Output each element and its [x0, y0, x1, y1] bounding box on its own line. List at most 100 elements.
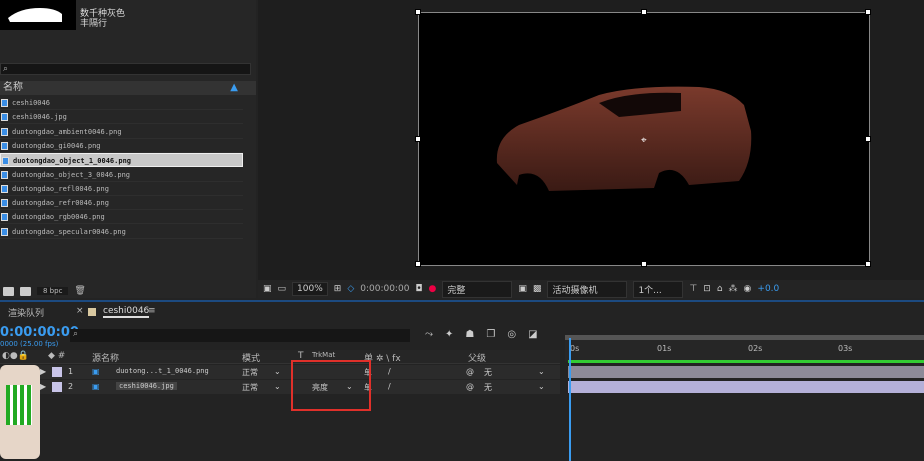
label-color[interactable] — [52, 382, 62, 392]
expand-icon[interactable]: ▶ — [40, 367, 46, 376]
project-item[interactable]: duotongdao_refr0046.png — [0, 196, 243, 211]
layer-number: 2 — [68, 382, 74, 391]
composition-canvas[interactable]: ⌖ — [415, 9, 871, 267]
image-file-icon — [1, 127, 8, 136]
time-ruler[interactable]: 0s 01s 02s 03s — [565, 335, 924, 362]
current-time[interactable]: 0:00:00:00 — [0, 325, 79, 340]
header-source-name[interactable]: 源名称 — [92, 351, 119, 364]
anchor-point-icon[interactable]: ⌖ — [641, 135, 647, 146]
motion-blur-icon[interactable]: ◎ — [507, 329, 516, 340]
pickwhip-icon[interactable]: @ — [466, 367, 474, 376]
project-item[interactable]: ceshi0046 — [0, 96, 243, 110]
handle[interactable] — [865, 136, 871, 142]
parent-dropdown[interactable]: 无 — [484, 382, 492, 393]
playhead[interactable] — [569, 338, 571, 461]
quality-switch[interactable]: / — [388, 367, 391, 376]
image-file-icon — [1, 213, 8, 222]
project-item[interactable]: duotongdao_rgb0046.png — [0, 210, 243, 225]
timeline-icon[interactable]: ⌂ — [717, 284, 723, 294]
sort-icon: ▲ — [230, 82, 238, 93]
project-item[interactable]: ceshi0046.jpg — [0, 110, 243, 125]
parent-dropdown[interactable]: 无 — [484, 367, 492, 378]
handle[interactable] — [641, 261, 647, 267]
handle[interactable] — [415, 261, 421, 267]
handle[interactable] — [641, 9, 647, 15]
project-item[interactable]: duotongdao_ambient0046.png — [0, 125, 243, 139]
layer-search-input[interactable]: ⌕ — [70, 329, 410, 342]
column-header-name[interactable]: 名称 ▲ — [0, 81, 256, 95]
roi-icon[interactable]: ▣ — [518, 284, 527, 294]
comp-icon — [1, 99, 8, 107]
layer-bar-2[interactable] — [568, 381, 924, 393]
fast-preview-icon[interactable]: ⊡ — [703, 284, 711, 294]
project-item[interactable]: duotongdao_object_3_0046.png — [0, 168, 243, 182]
handle[interactable] — [865, 9, 871, 15]
new-comp-icon[interactable] — [20, 286, 31, 296]
mask-icon[interactable]: ◇ — [347, 284, 354, 294]
graph-editor-icon[interactable]: ◪ — [528, 329, 537, 340]
item-name: ceshi0046.jpg — [12, 113, 67, 122]
transparency-grid-icon[interactable]: ▩ — [533, 284, 542, 294]
item-name: ceshi0046 — [12, 99, 50, 107]
draft-3d-icon[interactable]: ✦ — [445, 329, 453, 340]
info-line: 丰隔行 — [80, 19, 108, 29]
expand-icon[interactable]: ▶ — [40, 382, 46, 391]
always-preview-icon[interactable]: ▣ — [263, 284, 272, 294]
exposure-value[interactable]: +0.0 — [757, 284, 779, 294]
image-file-icon — [1, 141, 8, 150]
composition-flowchart-icon[interactable]: ⤳ — [425, 329, 433, 340]
toggle-pixel-icon[interactable]: ⊤ — [689, 284, 697, 294]
search-icon: ⌕ — [73, 329, 79, 339]
item-name: duotongdao_object_1_0046.png — [13, 157, 132, 166]
color-channel-icon[interactable]: ● — [429, 284, 437, 294]
resolution-dropdown[interactable]: 完整 — [442, 280, 513, 298]
flowchart-icon[interactable]: ⁂ — [729, 284, 738, 294]
mode-dropdown[interactable]: 正常 — [242, 382, 258, 393]
chevron-down-icon: ⌄ — [538, 382, 545, 391]
layer-bar-1[interactable] — [568, 366, 924, 378]
display-icon[interactable]: ▭ — [278, 284, 287, 294]
image-file-icon — [1, 227, 8, 236]
project-item[interactable]: duotongdao_specular0046.png — [0, 225, 243, 239]
mode-dropdown[interactable]: 正常 — [242, 367, 258, 378]
trash-icon[interactable]: 🗑 — [74, 286, 85, 296]
views-dropdown[interactable]: 1个... — [633, 280, 684, 298]
snapshot-icon[interactable]: ◘ — [415, 284, 422, 294]
quality-switch[interactable]: / — [388, 382, 391, 391]
close-tab-icon[interactable]: × — [76, 306, 84, 316]
shy-icon[interactable]: ☗ — [465, 329, 474, 340]
tab-render-queue[interactable]: 渲染队列 — [8, 306, 44, 319]
handle[interactable] — [415, 9, 421, 15]
work-area-bar[interactable] — [565, 335, 924, 340]
project-item[interactable]: duotongdao_object_1_0046.png — [0, 153, 243, 168]
zoom-dropdown[interactable]: 100% — [292, 282, 328, 296]
folder-icon[interactable] — [3, 286, 14, 296]
frame-blend-icon[interactable]: ❐ — [486, 329, 495, 340]
bpc-button[interactable]: 8 bpc — [37, 287, 69, 295]
camera-dropdown[interactable]: 活动摄像机 — [547, 280, 628, 298]
label-color[interactable] — [52, 367, 62, 377]
handle[interactable] — [865, 261, 871, 267]
layer-name[interactable]: duotong...t_1_0046.png — [116, 367, 209, 375]
timeline-tools: ⤳ ✦ ☗ ❐ ◎ ◪ — [425, 329, 538, 340]
timecode[interactable]: 0:00:00:00 — [360, 284, 409, 294]
project-item[interactable]: duotongdao_gi0046.png — [0, 139, 243, 153]
viewer-toolbar: ▣ ▭ 100% ⊞ ◇ 0:00:00:00 ◘ ● 完整 ▣ ▩ 活动摄像机… — [258, 280, 924, 298]
project-item[interactable]: duotongdao_refl0046.png — [0, 182, 243, 196]
grid-icon[interactable]: ⊞ — [334, 284, 342, 294]
item-info: 数千种灰色 丰隔行 — [80, 9, 125, 29]
panel-menu-icon[interactable]: ≡ — [148, 306, 156, 316]
header-mode: 模式 — [242, 354, 261, 364]
layer-name[interactable]: ceshi0046.jpg — [116, 382, 177, 390]
tab-comp[interactable]: ceshi0046 — [103, 306, 150, 318]
highlight-box — [291, 360, 371, 411]
label-icon: ◆ # — [48, 351, 66, 361]
layer-header: ◐●🔒 ◆ # 源名称 模式 T TrkMat 单 ✲ \ fx 父级 — [0, 350, 560, 364]
image-file-icon — [1, 170, 8, 179]
reset-exposure-icon[interactable]: ◉ — [744, 284, 752, 294]
thumbnail — [0, 0, 76, 30]
project-search-input[interactable]: ⌕ — [0, 63, 251, 75]
pickwhip-icon[interactable]: @ — [466, 382, 474, 391]
handle[interactable] — [415, 136, 421, 142]
image-file-icon: ▣ — [92, 382, 100, 391]
